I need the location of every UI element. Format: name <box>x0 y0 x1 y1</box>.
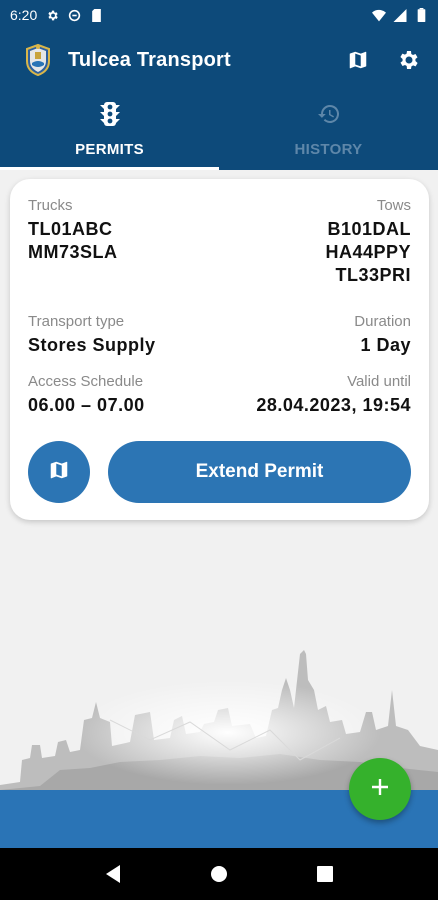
tab-permits[interactable]: PERMITS <box>0 90 219 170</box>
valid-until-value: 28.04.2023, 19:54 <box>256 395 411 415</box>
access-schedule-label: Access Schedule <box>28 373 144 390</box>
recents-icon[interactable] <box>310 859 340 889</box>
permit-card: Trucks TL01ABC MM73SLA Tows B101DAL HA44… <box>10 179 429 520</box>
tow-plate: TL33PRI <box>335 265 411 285</box>
history-icon <box>317 102 341 131</box>
back-icon[interactable] <box>98 859 128 889</box>
wifi-icon <box>372 8 386 22</box>
truck-plate: MM73SLA <box>28 242 118 262</box>
gear-icon[interactable] <box>394 46 422 74</box>
traffic-light-icon <box>99 102 120 131</box>
tab-history[interactable]: HISTORY <box>219 90 438 170</box>
system-navigation-bar <box>0 848 438 900</box>
map-icon[interactable] <box>344 46 372 74</box>
plus-icon <box>371 778 389 801</box>
city-crest-logo <box>24 43 52 77</box>
add-permit-button[interactable] <box>349 758 411 820</box>
map-icon <box>48 459 70 486</box>
tab-bar: PERMITS HISTORY <box>0 90 438 170</box>
battery-icon <box>414 8 428 22</box>
tab-history-label: HISTORY <box>294 141 363 158</box>
valid-until-label: Valid until <box>347 373 411 390</box>
extend-permit-button[interactable]: Extend Permit <box>108 441 411 503</box>
settings-notification-icon <box>45 8 59 22</box>
status-bar: 6:20 <box>0 0 438 30</box>
signal-icon <box>393 8 407 22</box>
tows-column: Tows B101DAL HA44PPY TL33PRI <box>325 197 411 309</box>
duration-value: 1 Day <box>360 335 411 355</box>
app-bar: Tulcea Transport <box>0 30 438 90</box>
app-title: Tulcea Transport <box>68 48 231 71</box>
truck-plate: TL01ABC <box>28 219 113 239</box>
tow-plate: B101DAL <box>327 219 411 239</box>
home-icon[interactable] <box>204 859 234 889</box>
data-saver-icon <box>67 8 81 22</box>
duration-label: Duration <box>354 313 411 330</box>
status-time: 6:20 <box>10 7 38 23</box>
tows-label: Tows <box>376 197 411 214</box>
sim-card-icon <box>89 8 103 22</box>
access-schedule-value: 06.00 – 07.00 <box>28 395 145 415</box>
transport-type-value: Stores Supply <box>28 335 156 355</box>
trucks-column: Trucks TL01ABC MM73SLA <box>28 197 118 309</box>
tow-plate: HA44PPY <box>325 242 411 262</box>
trucks-label: Trucks <box>28 197 73 214</box>
show-map-button[interactable] <box>28 441 90 503</box>
tab-permits-label: PERMITS <box>75 141 144 158</box>
transport-type-label: Transport type <box>28 313 125 330</box>
